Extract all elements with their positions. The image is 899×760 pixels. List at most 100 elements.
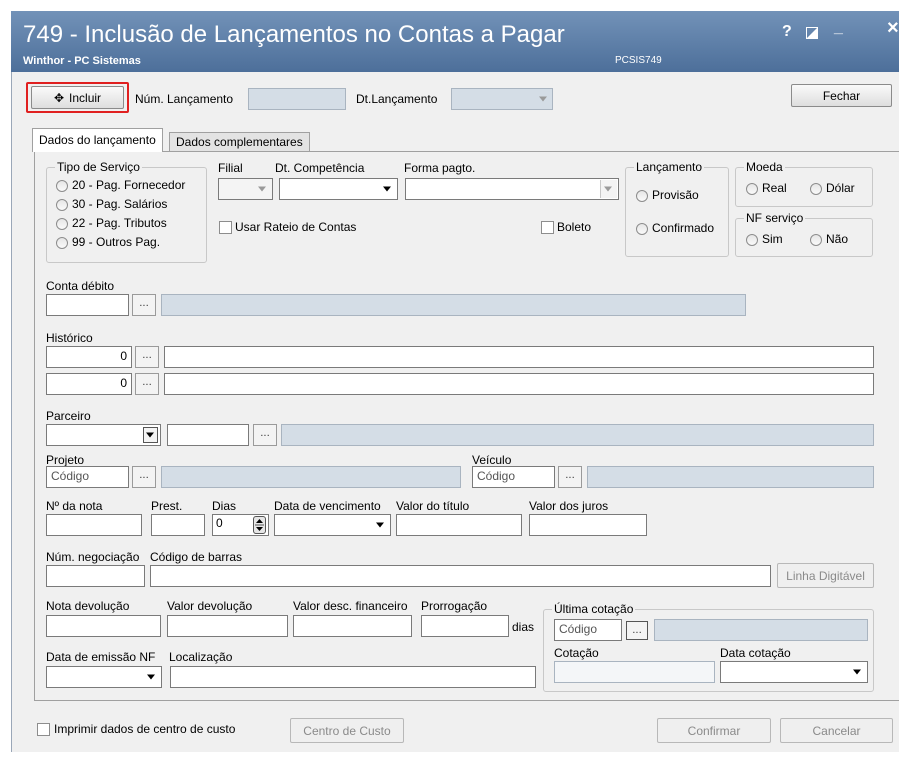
incluir-label: Incluir: [69, 90, 102, 105]
usar-rateio-checkbox[interactable]: [219, 221, 232, 234]
cotacao-code-input[interactable]: Código: [554, 619, 622, 641]
dt-competencia-select[interactable]: [279, 178, 398, 200]
radio-tipo-20[interactable]: [56, 180, 68, 192]
parceiro-code-input[interactable]: [167, 424, 249, 446]
historico-search-button-2[interactable]: ...: [135, 373, 159, 395]
minimize-button[interactable]: _: [834, 19, 843, 37]
radio-confirmado[interactable]: [636, 223, 648, 235]
radio-confirmado-label: Confirmado: [652, 221, 715, 235]
historico-input-1[interactable]: 0: [46, 346, 132, 368]
valor-desc-financeiro-label: Valor desc. financeiro: [293, 599, 408, 613]
ultima-cotacao-group: Última cotação Código ... Cotação Data c…: [543, 602, 874, 692]
radio-tipo-30[interactable]: [56, 199, 68, 211]
radio-tipo-30-label: 30 - Pag. Salários: [72, 197, 168, 211]
parceiro-label: Parceiro: [46, 409, 91, 423]
dt-lancamento-select[interactable]: [451, 88, 553, 110]
centro-custo-button[interactable]: Centro de Custo: [290, 718, 404, 743]
valor-titulo-label: Valor do título: [396, 499, 470, 513]
stepper-icon[interactable]: [253, 516, 266, 534]
tab-dados-complementares[interactable]: Dados complementares: [169, 132, 310, 152]
data-cotacao-label: Data cotação: [720, 646, 791, 660]
veiculo-code-input[interactable]: Código: [472, 466, 555, 488]
data-cotacao-select[interactable]: [720, 661, 868, 683]
valor-juros-input[interactable]: [529, 514, 647, 536]
localizacao-input[interactable]: [170, 666, 536, 688]
tab-panel-dados-lancamento: Tipo de Serviço 20 - Pag. Fornecedor 30 …: [34, 151, 899, 701]
imprimir-centro-custo-checkbox[interactable]: [37, 723, 50, 736]
restore-button[interactable]: [806, 26, 818, 44]
data-vencimento-select[interactable]: [274, 514, 391, 536]
radio-dolar[interactable]: [810, 183, 822, 195]
radio-real[interactable]: [746, 183, 758, 195]
radio-tipo-22[interactable]: [56, 218, 68, 230]
conta-debito-description: [161, 294, 746, 316]
radio-tipo-99[interactable]: [56, 237, 68, 249]
nota-devolucao-input[interactable]: [46, 615, 161, 637]
radio-dolar-label: Dólar: [826, 181, 855, 195]
localizacao-label: Localização: [169, 650, 233, 664]
close-window-button[interactable]: ×: [887, 17, 899, 40]
projeto-search-button[interactable]: ...: [132, 466, 156, 488]
tipo-servico-title: Tipo de Serviço: [55, 160, 142, 174]
tab-dados-lancamento[interactable]: Dados do lançamento: [32, 128, 163, 152]
codigo-barras-label: Código de barras: [150, 550, 243, 564]
conta-debito-input[interactable]: [46, 294, 129, 316]
window-titlebar: 749 - Inclusão de Lançamentos no Contas …: [11, 11, 899, 72]
historico-text-2[interactable]: [164, 373, 874, 395]
filial-select[interactable]: [218, 178, 273, 200]
forma-pagto-select[interactable]: [405, 178, 619, 200]
confirmar-label: Confirmar: [687, 723, 741, 738]
num-lancamento-input[interactable]: [248, 88, 346, 110]
projeto-code-input[interactable]: Código: [46, 466, 129, 488]
conta-debito-search-button[interactable]: ...: [132, 294, 156, 316]
moeda-title: Moeda: [744, 160, 785, 174]
dias-stepper[interactable]: 0: [212, 514, 269, 536]
lancamento-group: Lançamento Provisão Confirmado: [625, 160, 729, 257]
veiculo-search-button[interactable]: ...: [558, 466, 582, 488]
boleto-label: Boleto: [557, 220, 592, 234]
historico-search-button-1[interactable]: ...: [135, 346, 159, 368]
dropdown-button: [143, 427, 158, 443]
historico-input-2[interactable]: 0: [46, 373, 132, 395]
radio-real-label: Real: [762, 181, 787, 195]
prest-input[interactable]: [151, 514, 205, 536]
help-button[interactable]: ?: [782, 23, 792, 41]
usar-rateio-label: Usar Rateio de Contas: [235, 220, 357, 234]
data-emissao-nf-select[interactable]: [46, 666, 162, 688]
chevron-down-icon: [539, 96, 547, 102]
parceiro-search-button[interactable]: ...: [253, 424, 277, 446]
veiculo-label: Veículo: [472, 453, 512, 467]
num-negociacao-input[interactable]: [46, 565, 145, 587]
historico-text-1[interactable]: [164, 346, 874, 368]
radio-tipo-22-label: 22 - Pag. Tributos: [72, 216, 167, 230]
radio-nf-sim[interactable]: [746, 234, 758, 246]
chevron-down-icon: [383, 186, 391, 192]
valor-desc-financeiro-input[interactable]: [293, 615, 412, 637]
window-subtitle: Winthor - PC Sistemas: [23, 55, 141, 67]
confirmar-button[interactable]: Confirmar: [657, 718, 771, 743]
cotacao-search-button[interactable]: ...: [626, 621, 648, 640]
boleto-checkbox[interactable]: [541, 221, 554, 234]
radio-provisao[interactable]: [636, 190, 648, 202]
radio-nf-nao[interactable]: [810, 234, 822, 246]
valor-titulo-input[interactable]: [396, 514, 522, 536]
fechar-button[interactable]: Fechar: [791, 84, 892, 107]
radio-tipo-20-label: 20 - Pag. Fornecedor: [72, 178, 186, 192]
num-nota-input[interactable]: [46, 514, 142, 536]
data-vencimento-label: Data de vencimento: [274, 499, 381, 513]
parceiro-type-select[interactable]: [46, 424, 161, 446]
nota-devolucao-label: Nota devolução: [46, 599, 130, 613]
codigo-barras-input[interactable]: [150, 565, 771, 587]
window-title: 749 - Inclusão de Lançamentos no Contas …: [23, 21, 565, 48]
cotacao-input[interactable]: [554, 661, 715, 683]
cotacao-label: Cotação: [554, 646, 599, 660]
linha-digitavel-button[interactable]: Linha Digitável: [777, 563, 874, 588]
valor-devolucao-input[interactable]: [167, 615, 288, 637]
prorrogacao-input[interactable]: [421, 615, 509, 637]
cancelar-button[interactable]: Cancelar: [780, 718, 893, 743]
moeda-group: Moeda Real Dólar: [735, 160, 873, 207]
incluir-button[interactable]: ✥ Incluir: [31, 86, 124, 109]
parceiro-description: [281, 424, 874, 446]
radio-tipo-99-label: 99 - Outros Pag.: [72, 235, 161, 249]
projeto-label: Projeto: [46, 453, 85, 467]
